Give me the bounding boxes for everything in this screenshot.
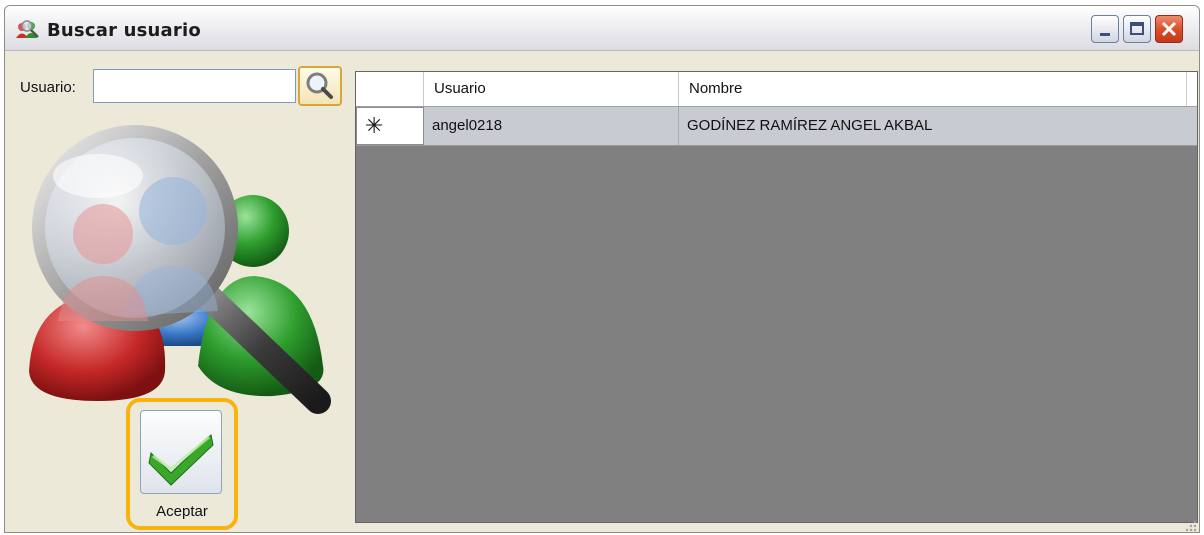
table-row[interactable]: ✳ angel0218 GODÍNEZ RAMÍREZ ANGEL AKBAL <box>356 107 1197 146</box>
minimize-button[interactable] <box>1091 15 1119 43</box>
users-magnifier-icon <box>29 125 331 414</box>
maximize-button[interactable] <box>1123 15 1151 43</box>
users-grid[interactable]: Usuario Nombre ✳ angel0218 GODÍNEZ RAMÍR… <box>355 71 1198 523</box>
column-header-nombre[interactable]: Nombre <box>679 72 1187 106</box>
title-bar[interactable]: Buscar usuario <box>5 6 1199 51</box>
column-header-usuario[interactable]: Usuario <box>424 72 679 106</box>
magnifier-icon <box>306 72 333 99</box>
cell-nombre[interactable]: GODÍNEZ RAMÍREZ ANGEL AKBAL <box>679 107 1187 145</box>
window-title: Buscar usuario <box>47 20 201 41</box>
row-header-new-row-marker[interactable]: ✳ <box>356 107 424 145</box>
window: Buscar usuario Usuario: Aceptar Usuario … <box>4 5 1200 533</box>
cell-usuario[interactable]: angel0218 <box>424 107 679 145</box>
usuario-label: Usuario: <box>20 79 76 96</box>
users-search-icon <box>16 20 39 38</box>
search-button[interactable] <box>298 66 342 106</box>
resize-grip-icon[interactable] <box>1183 518 1197 532</box>
grid-corner-header[interactable] <box>356 72 424 106</box>
usuario-search-input[interactable] <box>93 69 296 103</box>
close-icon <box>1161 21 1177 37</box>
minimize-icon <box>1100 33 1110 36</box>
checkmark-icon <box>148 434 214 486</box>
accept-button[interactable] <box>140 410 222 494</box>
maximize-icon <box>1130 22 1144 35</box>
accept-button-label: Aceptar <box>156 503 208 520</box>
grid-header: Usuario Nombre <box>356 72 1197 107</box>
close-button[interactable] <box>1155 15 1183 43</box>
